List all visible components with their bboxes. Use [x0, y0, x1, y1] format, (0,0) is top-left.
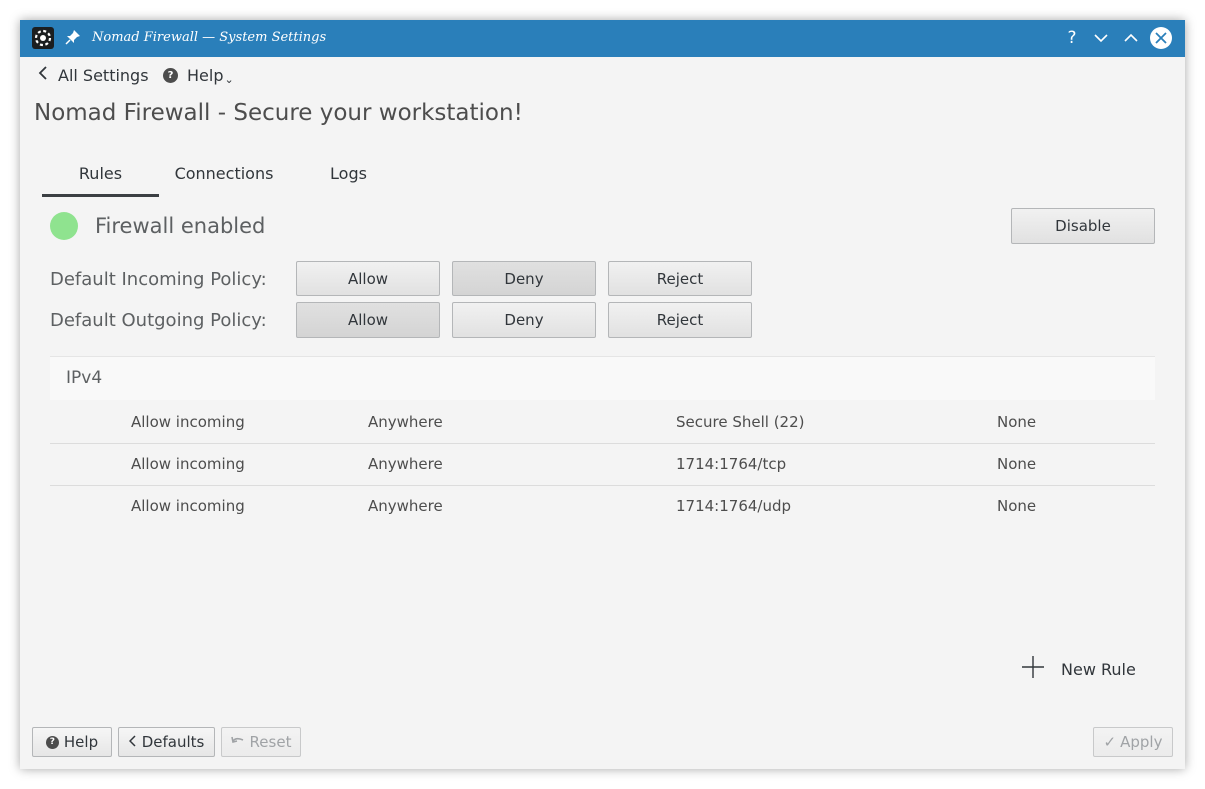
rule-action: Allow incoming — [131, 413, 245, 431]
all-settings-button[interactable]: All Settings — [38, 64, 149, 86]
pin-icon[interactable] — [65, 29, 81, 49]
tab-rules[interactable]: Rules — [42, 160, 159, 197]
rule-logging: None — [997, 497, 1037, 515]
incoming-policy-label: Default Incoming Policy: — [50, 269, 267, 290]
chevron-left-icon — [128, 733, 136, 751]
incoming-deny-button[interactable]: Deny — [452, 261, 596, 296]
rule-to: Secure Shell (22) — [676, 413, 805, 431]
rule-action: Allow incoming — [131, 455, 245, 473]
close-icon[interactable] — [1150, 27, 1172, 49]
defaults-button[interactable]: Defaults — [118, 727, 215, 757]
undo-icon — [230, 733, 245, 751]
ipv4-section-header: IPv4 — [50, 356, 1155, 400]
tab-logs[interactable]: Logs — [315, 160, 382, 194]
outgoing-deny-button[interactable]: Deny — [452, 302, 596, 338]
rule-logging: None — [997, 455, 1037, 473]
chevron-left-icon — [38, 65, 48, 85]
rule-action: Allow incoming — [131, 497, 245, 515]
disable-button[interactable]: Disable — [1011, 208, 1155, 244]
help-icon[interactable]: ? — [1060, 26, 1084, 50]
new-rule-label: New Rule — [1061, 659, 1136, 679]
ipv4-label: IPv4 — [66, 368, 103, 388]
help-menu-label: Help — [187, 65, 224, 85]
status-indicator — [50, 212, 78, 240]
table-row[interactable]: Allow incoming Anywhere 1714:1764/udp No… — [50, 485, 1155, 527]
rule-to: 1714:1764/udp — [676, 497, 792, 515]
maximize-icon[interactable] — [1119, 26, 1143, 50]
plus-icon — [1020, 654, 1046, 684]
reset-label: Reset — [249, 733, 292, 751]
help-icon: ? — [163, 67, 178, 83]
table-row[interactable]: Allow incoming Anywhere Secure Shell (22… — [50, 401, 1155, 444]
rule-logging: None — [997, 413, 1037, 431]
new-rule-button[interactable]: New Rule — [1020, 654, 1136, 684]
checkmark-icon: ✓ — [1103, 733, 1117, 751]
firewall-status-text: Firewall enabled — [95, 214, 266, 238]
all-settings-label: All Settings — [58, 65, 149, 85]
outgoing-policy-label: Default Outgoing Policy: — [50, 310, 267, 331]
reset-button[interactable]: Reset — [221, 727, 301, 757]
rule-from: Anywhere — [368, 455, 443, 473]
apply-button[interactable]: ✓ Apply — [1093, 727, 1173, 757]
help-icon: ? — [45, 735, 59, 749]
outgoing-allow-button[interactable]: Allow — [296, 302, 440, 338]
tab-connections[interactable]: Connections — [167, 160, 281, 194]
rule-to: 1714:1764/tcp — [676, 455, 787, 473]
apply-label: Apply — [1120, 733, 1163, 751]
table-row[interactable]: Allow incoming Anywhere 1714:1764/tcp No… — [50, 443, 1155, 486]
footer-help-button[interactable]: ? Help — [32, 727, 112, 757]
window-title: Nomad Firewall — System Settings — [92, 30, 327, 45]
settings-app-icon[interactable] — [32, 27, 54, 49]
outgoing-reject-button[interactable]: Reject — [608, 302, 752, 338]
page-title: Nomad Firewall - Secure your workstation… — [34, 100, 523, 126]
incoming-allow-button[interactable]: Allow — [296, 261, 440, 296]
rule-from: Anywhere — [368, 497, 443, 515]
chevron-down-icon: ⌄ — [224, 72, 234, 86]
defaults-label: Defaults — [141, 733, 205, 751]
incoming-reject-button[interactable]: Reject — [608, 261, 752, 296]
title-bar[interactable]: Nomad Firewall — System Settings ? — [20, 20, 1185, 57]
system-settings-window: Nomad Firewall — System Settings ? All S… — [20, 20, 1185, 769]
rule-from: Anywhere — [368, 413, 443, 431]
help-menu-button[interactable]: ? Help ⌄ — [163, 64, 234, 86]
minimize-icon[interactable] — [1089, 26, 1113, 50]
footer-help-label: Help — [63, 733, 99, 751]
